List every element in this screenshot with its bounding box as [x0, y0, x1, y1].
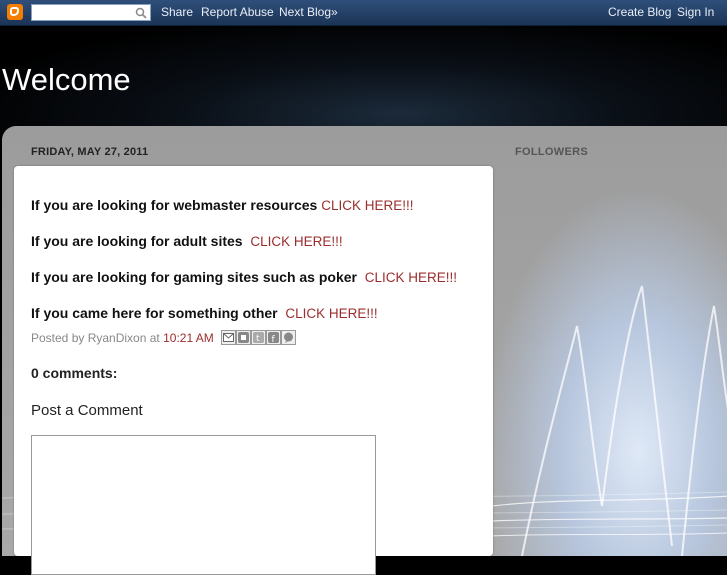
click-here-link[interactable]: CLICK HERE!!!: [365, 270, 457, 285]
post-date-header: FRIDAY, MAY 27, 2011: [31, 146, 149, 158]
sign-in-link[interactable]: Sign In: [677, 5, 714, 19]
post-line: If you are looking for webmaster resourc…: [31, 197, 414, 213]
followers-title: FOLLOWERS: [515, 146, 588, 158]
buzz-icon[interactable]: [281, 330, 296, 345]
post-card: If you are looking for webmaster resourc…: [14, 166, 493, 575]
search-input[interactable]: [31, 4, 151, 21]
post-byline: Posted by RyanDixon at 10:21 AM: [31, 331, 214, 345]
post-line: If you came here for something other CLI…: [31, 305, 378, 321]
blogger-logo-icon[interactable]: [7, 4, 23, 20]
click-here-link[interactable]: CLICK HERE!!!: [250, 234, 342, 249]
click-here-link[interactable]: CLICK HERE!!!: [285, 306, 377, 321]
post-timestamp-link[interactable]: 10:21 AM: [163, 331, 214, 345]
share-link[interactable]: Share: [161, 5, 193, 19]
create-blog-link[interactable]: Create Blog: [608, 5, 671, 19]
comments-count: 0 comments:: [31, 365, 118, 381]
report-abuse-link[interactable]: Report Abuse: [201, 5, 274, 19]
facebook-icon[interactable]: f: [266, 330, 281, 345]
blogger-navbar: Share Report Abuse Next Blog» Create Blo…: [0, 0, 727, 26]
svg-text:t: t: [256, 334, 260, 343]
post-line: If you are looking for gaming sites such…: [31, 269, 458, 285]
blog-title[interactable]: Welcome: [2, 62, 131, 98]
email-icon[interactable]: [221, 330, 236, 345]
next-blog-link[interactable]: Next Blog»: [279, 5, 338, 19]
post-line: If you are looking for adult sites CLICK…: [31, 233, 343, 249]
comment-input[interactable]: [31, 435, 376, 575]
post-comment-heading: Post a Comment: [31, 402, 143, 419]
blogthis-icon[interactable]: [236, 330, 251, 345]
twitter-icon[interactable]: t: [251, 330, 266, 345]
click-here-link[interactable]: CLICK HERE!!!: [321, 198, 413, 213]
search-icon[interactable]: [135, 7, 147, 19]
share-buttons: t f: [221, 330, 296, 345]
